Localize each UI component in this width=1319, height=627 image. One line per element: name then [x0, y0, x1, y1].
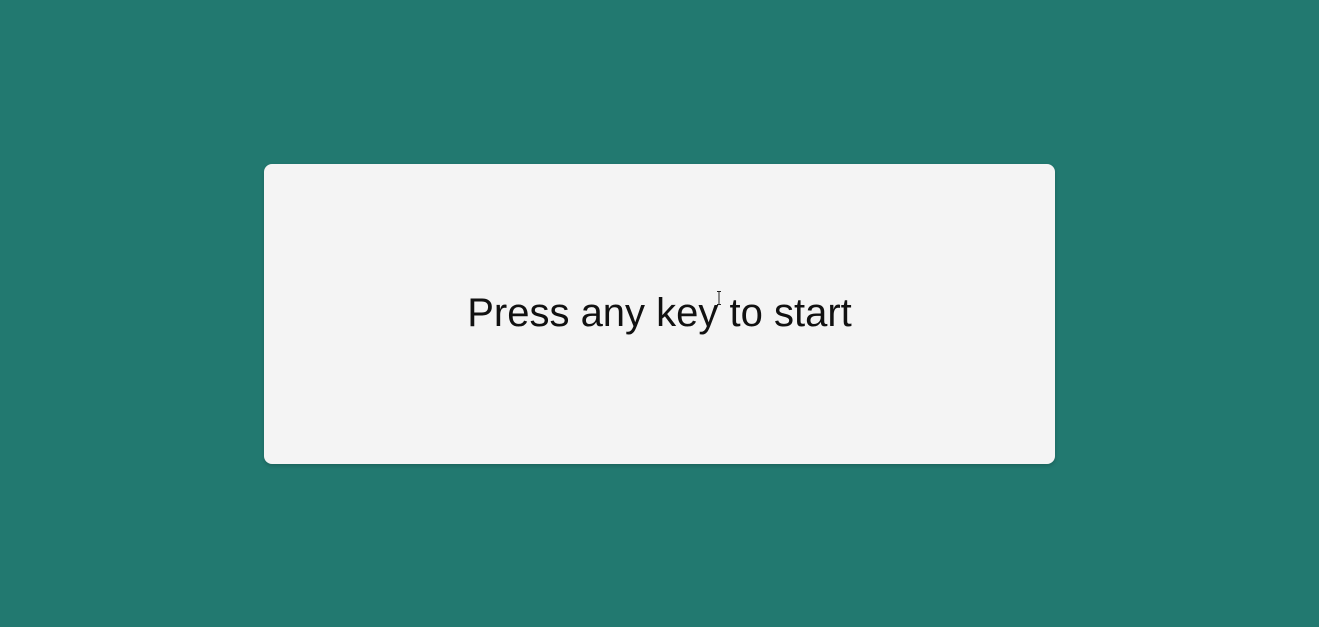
- i-beam-cursor-icon: [717, 291, 721, 305]
- start-card[interactable]: Press any key to start: [264, 164, 1055, 464]
- start-prompt: Press any key to start: [467, 291, 852, 335]
